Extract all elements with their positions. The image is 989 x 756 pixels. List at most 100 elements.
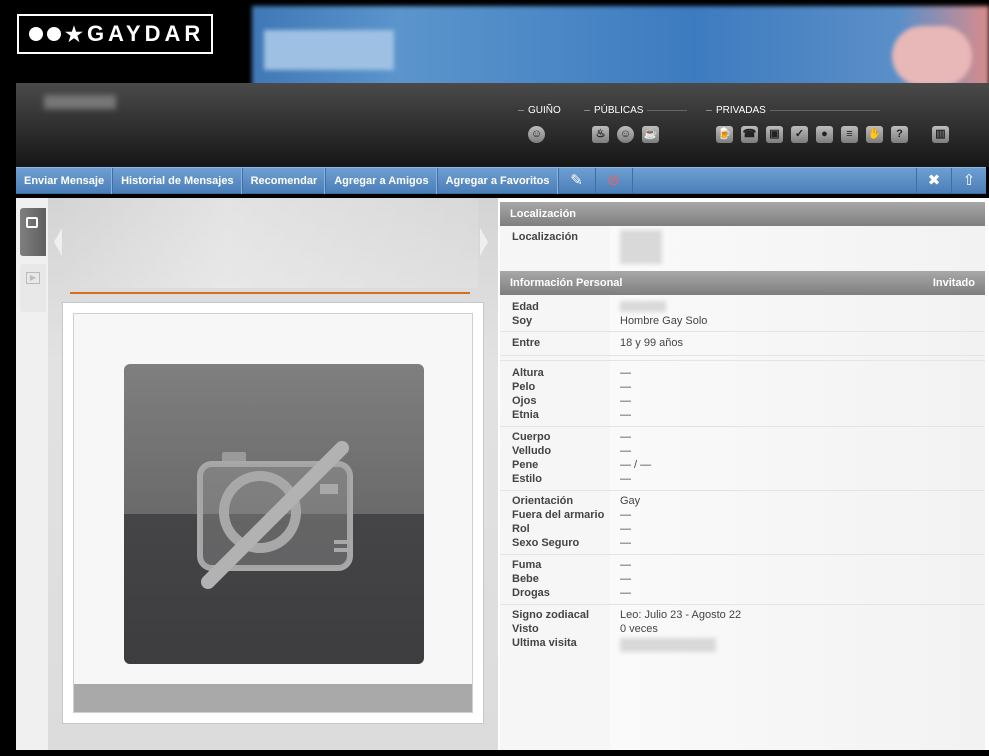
camera-icon[interactable]: ▣ xyxy=(766,126,783,143)
ojos-value: — xyxy=(620,395,631,407)
estilo-label: Estilo xyxy=(512,473,542,485)
banner-ad-logo xyxy=(264,30,394,70)
photo-icon xyxy=(26,217,38,228)
visto-label: Visto xyxy=(512,623,539,635)
paw-blocked-icon[interactable]: ⊘ xyxy=(596,168,633,194)
main-photo-frame xyxy=(62,302,484,724)
beer-icon[interactable]: 🍺 xyxy=(716,126,733,143)
photos-tab[interactable] xyxy=(20,208,46,256)
photo-caption-bar xyxy=(74,684,472,712)
personal-section-header: Información Personal Invitado xyxy=(500,271,985,295)
pelo-label: Pelo xyxy=(512,381,536,393)
fuma-value: — xyxy=(620,559,631,571)
orientacion-value: Gay xyxy=(620,495,641,507)
hand-icon[interactable]: ✋ xyxy=(866,126,883,143)
question-icon[interactable]: ? xyxy=(891,126,908,143)
location-section-title: Localización xyxy=(510,208,577,220)
phone-book-icon[interactable]: ☎ xyxy=(741,126,758,143)
upload-icon[interactable]: ⇧ xyxy=(951,168,986,194)
rol-label: Rol xyxy=(512,523,530,535)
thumbnail-strip xyxy=(58,198,478,288)
close-icon[interactable]: ✖ xyxy=(916,168,951,194)
pencil-icon[interactable]: ✎ xyxy=(559,168,596,194)
lightbulb-icon[interactable]: ● xyxy=(816,126,833,143)
prev-arrow-icon[interactable] xyxy=(54,228,62,256)
group-privadas: PRIVADAS xyxy=(706,105,886,116)
group-guino: GUIÑO xyxy=(518,105,566,116)
visto-value: 0 veces xyxy=(620,623,658,635)
bebe-label: Bebe xyxy=(512,573,539,585)
rol-value: — xyxy=(620,523,631,535)
personal-section-title: Información Personal xyxy=(510,277,623,289)
star-icon: ★ xyxy=(65,23,83,46)
photo-panel xyxy=(48,198,498,750)
altura-label: Altura xyxy=(512,367,544,379)
group-publicas: PÚBLICAS xyxy=(584,105,694,116)
add-favorite-button[interactable]: Agregar a Favoritos xyxy=(438,168,559,194)
location-value-blurred xyxy=(620,230,662,264)
videos-tab[interactable]: ▶ xyxy=(20,264,46,312)
divider xyxy=(500,604,985,605)
altura-value: — xyxy=(620,367,631,379)
entre-value: 18 y 99 años xyxy=(620,337,683,349)
divider xyxy=(70,292,470,294)
soy-value: Hombre Gay Solo xyxy=(620,315,708,327)
fire-icon[interactable]: ♨ xyxy=(592,126,609,143)
divider xyxy=(500,554,985,555)
trash-icon[interactable]: ▥ xyxy=(932,126,949,143)
age-value-blurred xyxy=(620,301,666,312)
sexo-seguro-label: Sexo Seguro xyxy=(512,537,580,549)
gaydar-logo[interactable]: ★ GAYDAR xyxy=(17,14,213,54)
entre-label: Entre xyxy=(512,337,541,349)
drogas-label: Drogas xyxy=(512,587,550,599)
no-photo-icon xyxy=(124,364,424,664)
check-icon[interactable]: ✓ xyxy=(791,126,808,143)
profile-name-blurred xyxy=(44,95,116,109)
ojos-label: Ojos xyxy=(512,395,537,407)
group-publicas-label: PÚBLICAS xyxy=(594,105,644,116)
cuerpo-label: Cuerpo xyxy=(512,431,551,443)
sexo-seguro-value: — xyxy=(620,537,631,549)
location-section-header: Localización xyxy=(500,202,985,226)
divider xyxy=(500,360,985,361)
signo-label: Signo zodiacal xyxy=(512,609,590,621)
recommend-button[interactable]: Recomendar xyxy=(243,168,327,194)
ultima-visita-value-blurred xyxy=(620,638,716,652)
profile-info-panel: Localización Localización Información Pe… xyxy=(498,198,989,750)
wink-icon[interactable]: ☺ xyxy=(528,126,545,143)
drogas-value: — xyxy=(620,587,631,599)
divider xyxy=(500,331,985,332)
profile-action-bar: Enviar Mensaje Historial de Mensajes Rec… xyxy=(16,167,986,194)
armario-value: — xyxy=(620,509,631,521)
estilo-value: — xyxy=(620,473,631,485)
no-photo-camera-icon xyxy=(197,441,353,589)
message-history-button[interactable]: Historial de Mensajes xyxy=(113,168,243,194)
add-friend-button[interactable]: Agregar a Amigos xyxy=(326,168,438,194)
photo-inner xyxy=(73,313,473,713)
fuma-label: Fuma xyxy=(512,559,542,571)
coffee-icon[interactable]: ☕ xyxy=(642,126,659,143)
bebe-value: — xyxy=(620,573,631,585)
velludo-value: — xyxy=(620,445,631,457)
profile-header: GUIÑO ☺ PÚBLICAS ♨ ☺ ☕ PRIVADAS 🍺 ☎ ▣ ✓ … xyxy=(16,83,989,167)
group-guino-label: GUIÑO xyxy=(528,105,561,116)
media-tabs: ▶ xyxy=(16,198,48,750)
age-label: Edad xyxy=(512,301,539,313)
video-icon: ▶ xyxy=(26,272,40,284)
smile-icon[interactable]: ☺ xyxy=(617,126,634,143)
pene-label: Pene xyxy=(512,459,539,471)
location-label: Localización xyxy=(512,231,579,243)
group-privadas-label: PRIVADAS xyxy=(716,105,766,116)
logo-dot xyxy=(47,27,61,41)
cuerpo-value: — xyxy=(620,431,631,443)
next-arrow-icon[interactable] xyxy=(480,228,488,256)
send-message-button[interactable]: Enviar Mensaje xyxy=(16,168,114,194)
logo-text: GAYDAR xyxy=(86,21,205,46)
etnia-value: — xyxy=(620,409,631,421)
note-icon[interactable]: ≡ xyxy=(841,126,858,143)
divider xyxy=(500,426,985,427)
pene-value: — / — xyxy=(620,459,652,471)
banner-ad-graphic xyxy=(892,26,972,86)
logo-dot xyxy=(29,27,43,41)
signo-value: Leo: Julio 23 - Agosto 22 xyxy=(620,609,742,621)
